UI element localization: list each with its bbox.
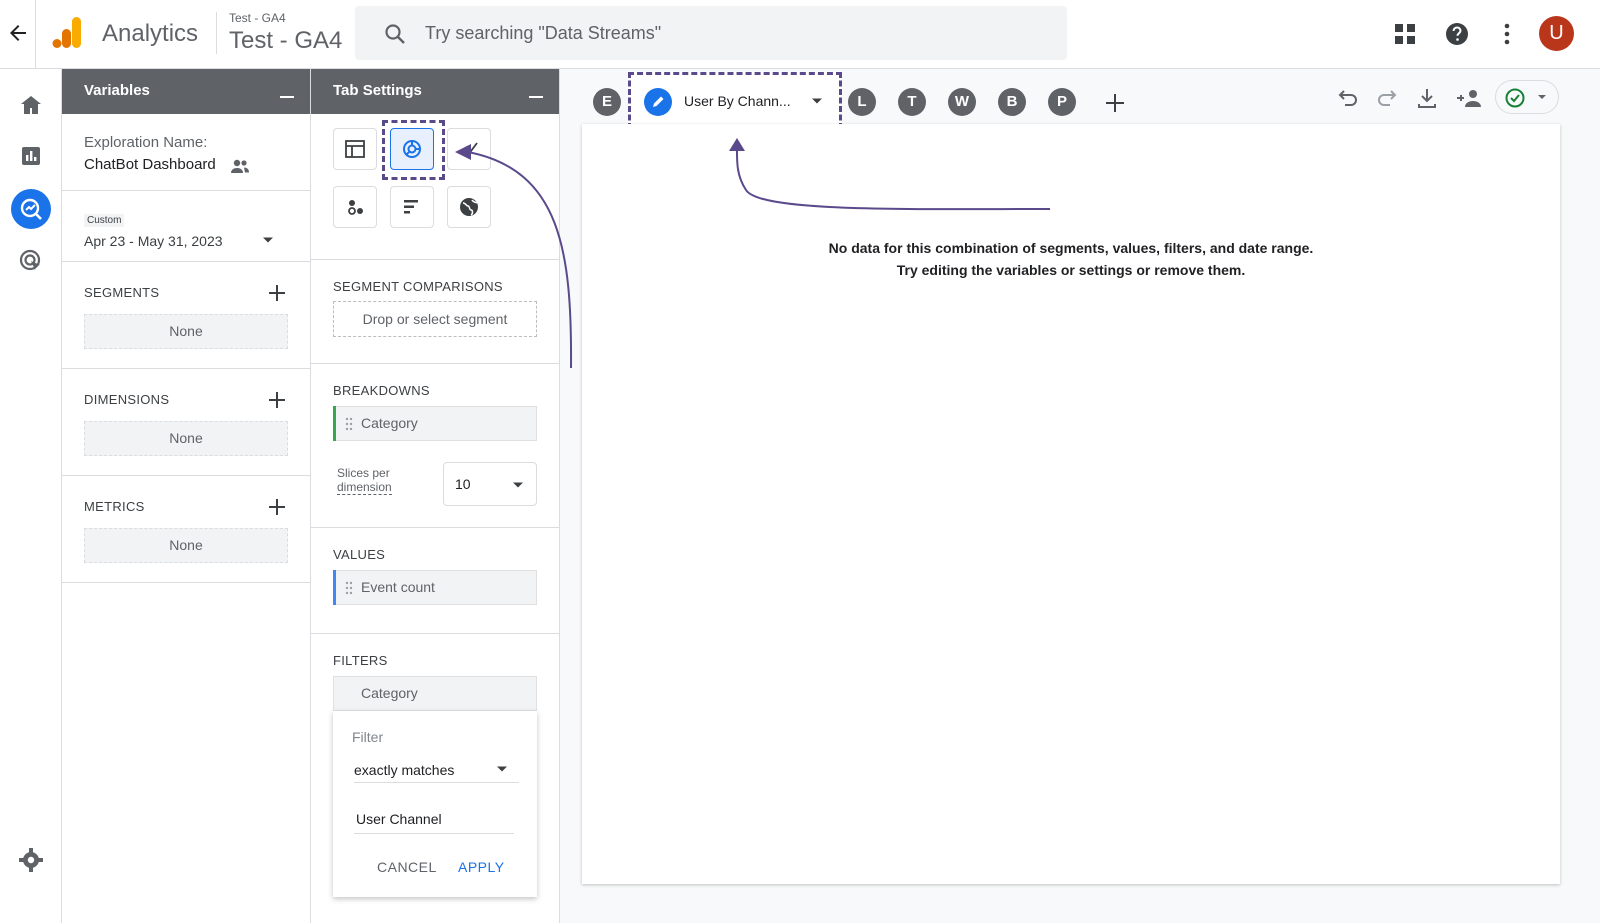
- annotation-arrows: [455, 138, 1051, 369]
